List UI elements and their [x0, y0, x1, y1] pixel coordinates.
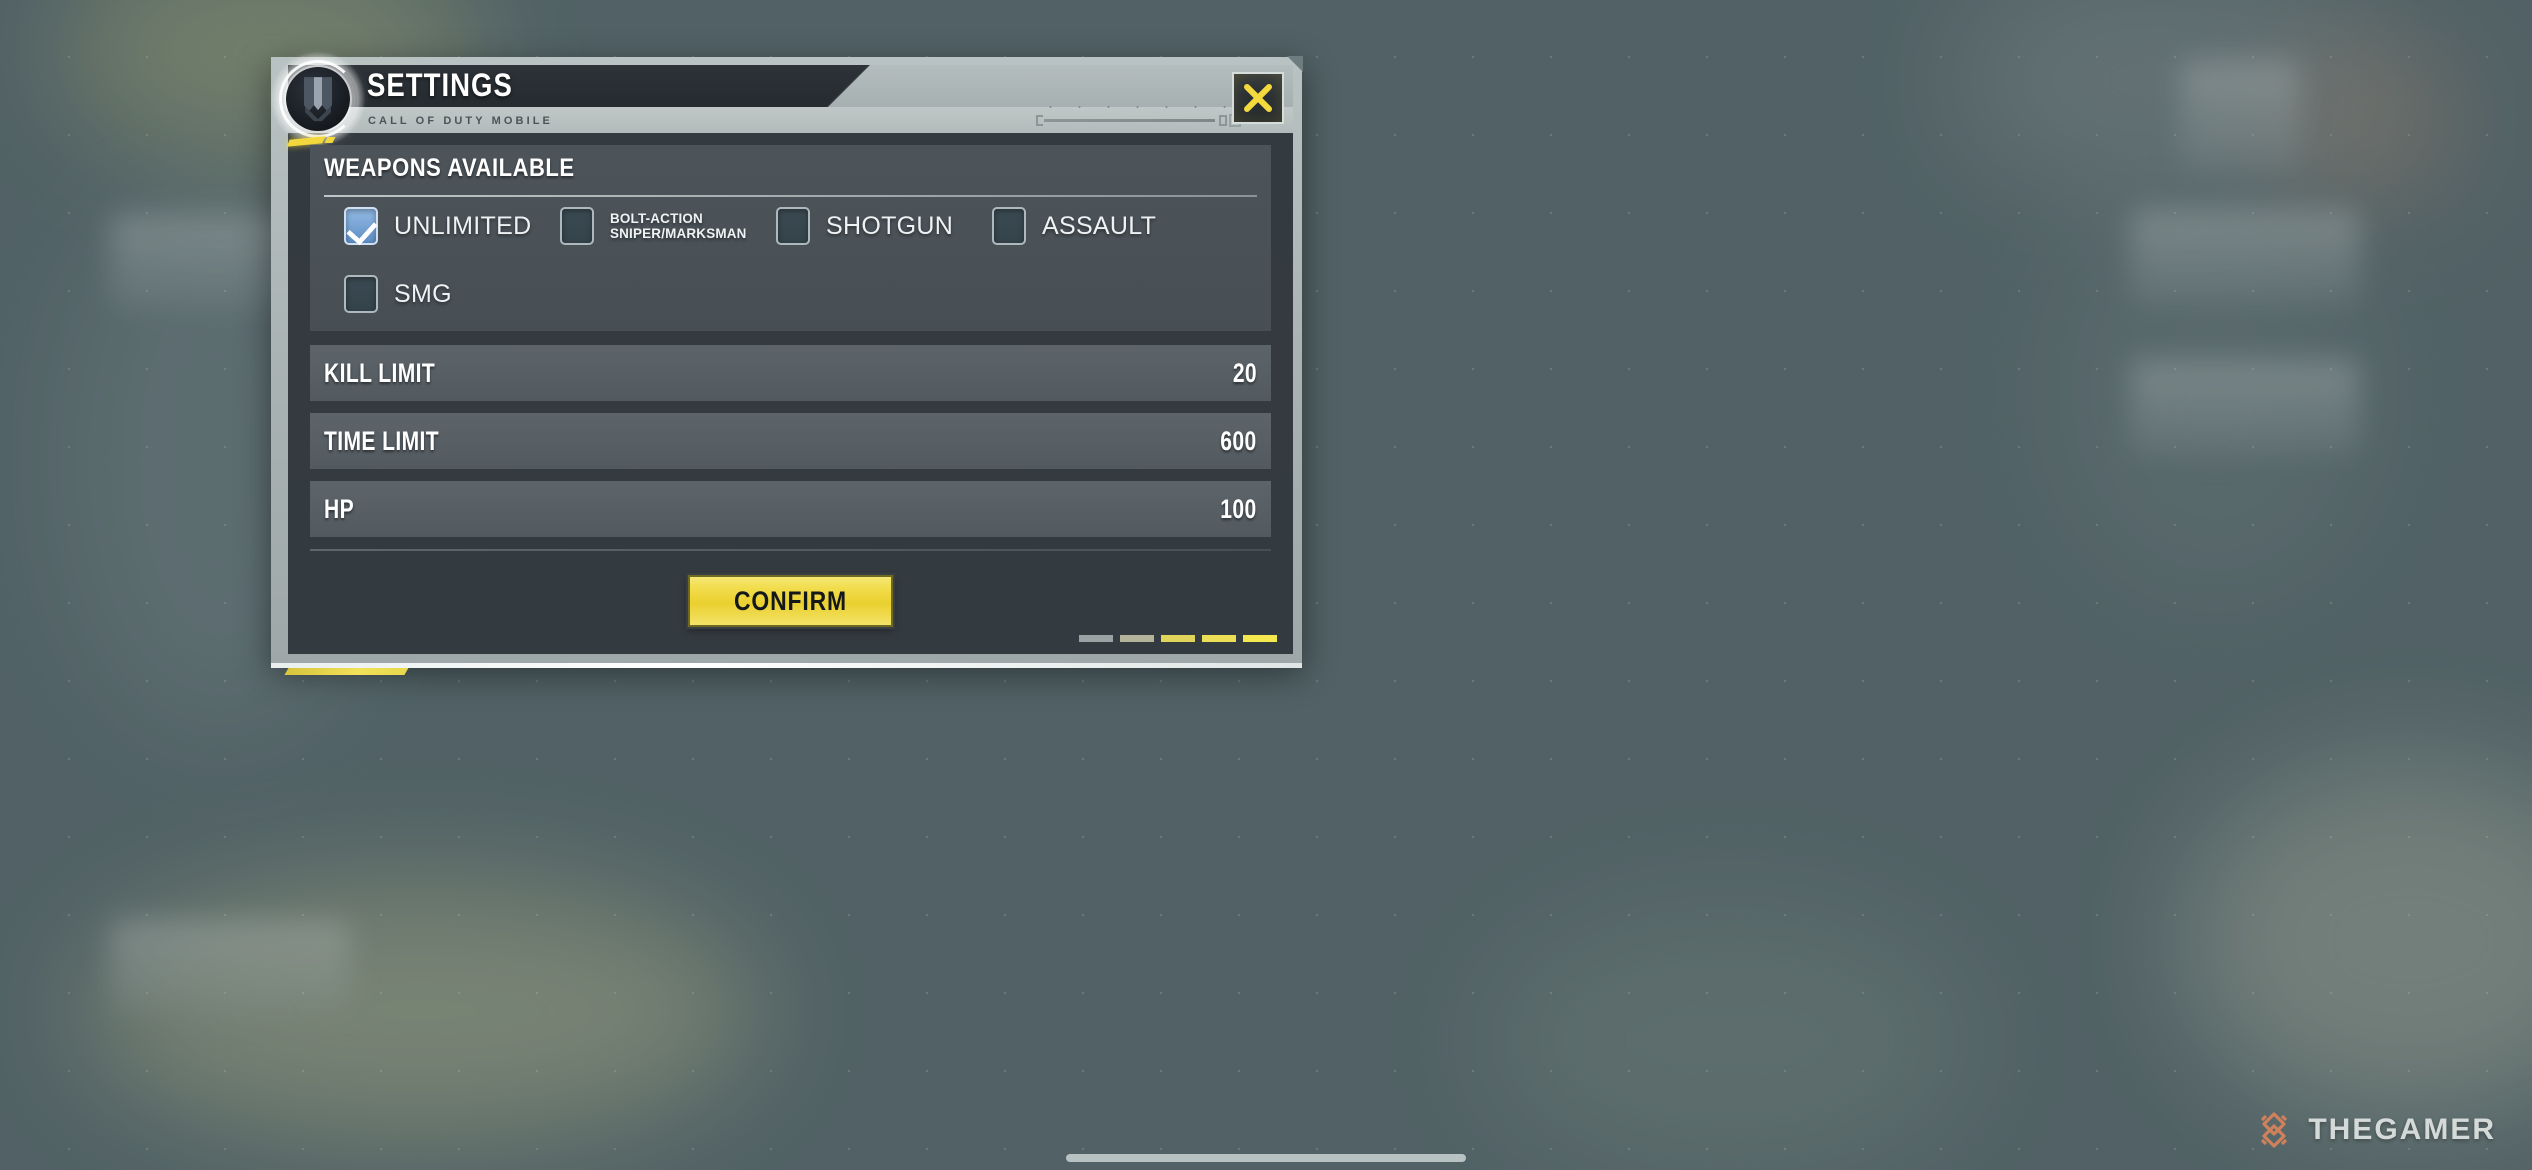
weapon-label-bolt-action-sniper: BOLT-ACTION SNIPER/MARKSMAN [610, 211, 747, 241]
weapon-label-assault: ASSAULT [1042, 211, 1157, 240]
setting-value-time-limit: 600 [1220, 425, 1257, 456]
checkbox-smg[interactable] [344, 275, 378, 313]
weapon-label-line-1: BOLT-ACTION [610, 210, 703, 226]
setting-row-hp[interactable]: HP 100 [310, 481, 1271, 537]
weapon-option-smg[interactable]: SMG [344, 275, 560, 313]
dash-segment [1161, 635, 1195, 642]
settings-rows: KILL LIMIT 20 TIME LIMIT 600 HP 100 [310, 345, 1271, 537]
page-subtitle: CALL OF DUTY MOBILE [368, 115, 553, 127]
weapons-checkbox-row-1: UNLIMITED BOLT-ACTION SNIPER/MARKSMAN SH [344, 207, 1261, 245]
watermark-text: THEGAMER [2308, 1113, 2496, 1146]
modal-body: SETTINGS CALL OF DUTY MOBILE WEAPONS AVA… [271, 52, 1293, 654]
settings-content: WEAPONS AVAILABLE UNLIMITED BOLT-ACTION … [288, 133, 1293, 654]
cod-mobile-emblem-icon [271, 52, 365, 147]
weapon-label-unlimited: UNLIMITED [394, 211, 532, 240]
setting-label-kill-limit: KILL LIMIT [324, 357, 436, 388]
rule-square-small [1219, 115, 1227, 126]
dash-segment [1243, 635, 1277, 642]
rule-line [1044, 119, 1215, 122]
checkbox-shotgun[interactable] [776, 207, 810, 245]
settings-modal: SETTINGS CALL OF DUTY MOBILE WEAPONS AVA… [271, 52, 1303, 675]
weapon-label-shotgun: SHOTGUN [826, 211, 954, 240]
weapons-checkbox-row-2: SMG [344, 275, 1261, 313]
weapon-option-shotgun[interactable]: SHOTGUN [776, 207, 992, 245]
decorative-dashes [1079, 635, 1277, 642]
setting-row-kill-limit[interactable]: KILL LIMIT 20 [310, 345, 1271, 401]
weapons-available-section: WEAPONS AVAILABLE UNLIMITED BOLT-ACTION … [310, 145, 1271, 331]
confirm-button-label: CONFIRM [733, 585, 848, 616]
footer-actions: CONFIRM [310, 575, 1271, 627]
dash-segment [1202, 635, 1236, 642]
checkbox-assault[interactable] [992, 207, 1026, 245]
weapon-option-bolt-action-sniper[interactable]: BOLT-ACTION SNIPER/MARKSMAN [560, 207, 776, 245]
footer-divider [310, 549, 1271, 551]
page-title: SETTINGS [367, 67, 513, 103]
weapon-label-smg: SMG [394, 279, 452, 308]
dash-segment [1120, 635, 1154, 642]
rule-bracket-left [1036, 115, 1043, 126]
modal-frame: SETTINGS CALL OF DUTY MOBILE WEAPONS AVA… [271, 52, 1303, 675]
home-indicator [1066, 1154, 1466, 1162]
section-divider [324, 195, 1257, 197]
close-icon [1244, 84, 1272, 112]
modal-header: SETTINGS CALL OF DUTY MOBILE [271, 52, 1293, 147]
watermark: THEGAMER [2254, 1110, 2496, 1150]
dash-segment [1079, 635, 1113, 642]
setting-label-time-limit: TIME LIMIT [324, 425, 440, 456]
checkbox-bolt-action-sniper[interactable] [560, 207, 594, 245]
weapons-section-title: WEAPONS AVAILABLE [324, 154, 575, 182]
weapon-label-line-2: SNIPER/MARKSMAN [610, 225, 747, 241]
confirm-button[interactable]: CONFIRM [688, 575, 893, 627]
setting-value-kill-limit: 20 [1232, 357, 1257, 388]
frame-accent-bar [284, 666, 410, 675]
setting-label-hp: HP [324, 493, 355, 524]
header-light-band [828, 65, 1293, 107]
checkbox-unlimited[interactable] [344, 207, 378, 245]
weapon-option-assault[interactable]: ASSAULT [992, 207, 1156, 245]
setting-value-hp: 100 [1220, 493, 1257, 524]
close-button[interactable] [1232, 72, 1284, 124]
header-decorative-rule [1036, 114, 1241, 127]
setting-row-time-limit[interactable]: TIME LIMIT 600 [310, 413, 1271, 469]
thegamer-logo-icon [2261, 1112, 2288, 1148]
weapon-option-unlimited[interactable]: UNLIMITED [344, 207, 560, 245]
header-tick-marks [1036, 103, 1241, 111]
